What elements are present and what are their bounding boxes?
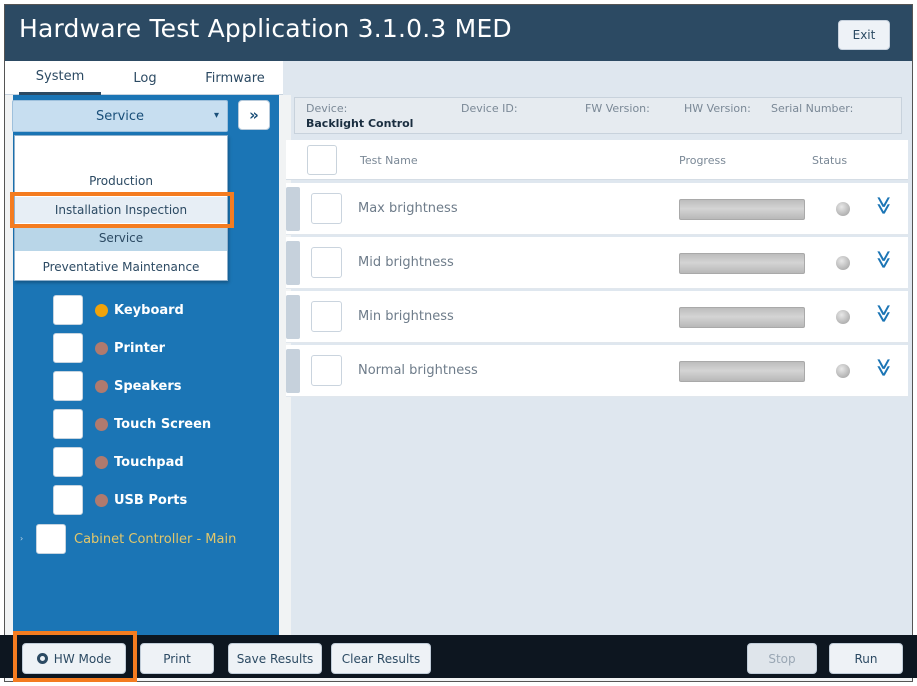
dropdown-option-preventative-maintenance[interactable]: Preventative Maintenance	[15, 253, 227, 280]
mode-select[interactable]: Service ▾	[12, 100, 228, 132]
exit-button[interactable]: Exit	[838, 20, 890, 50]
tree-checkbox[interactable]	[53, 371, 83, 401]
clear-results-button[interactable]: Clear Results	[331, 643, 431, 674]
tree-item-keyboard[interactable]: Keyboard	[53, 295, 184, 325]
status-dot-icon	[95, 417, 108, 431]
expand-chevron-icon[interactable]: ≫	[873, 196, 894, 215]
row-handle	[286, 241, 300, 285]
test-name: Max brightness	[358, 201, 458, 216]
double-chevron-right-icon: »	[249, 106, 259, 124]
expand-chevron-icon[interactable]: ≫	[873, 250, 894, 269]
tree-item-touchpad[interactable]: Touchpad	[53, 447, 184, 477]
tree-item-label: Keyboard	[114, 302, 184, 318]
status-dot-icon	[95, 303, 108, 317]
tree-item-label: Speakers	[114, 378, 182, 394]
expand-button[interactable]: »	[238, 100, 270, 130]
row-checkbox[interactable]	[311, 301, 342, 332]
test-name: Min brightness	[358, 309, 454, 324]
hw-version-label: HW Version:	[684, 102, 751, 115]
row-handle	[286, 349, 300, 393]
table-row[interactable]: Normal brightness ≫	[286, 345, 908, 397]
tree-item-label: USB Ports	[114, 492, 188, 508]
row-handle	[286, 187, 300, 231]
progress-bar	[679, 361, 805, 382]
table-row[interactable]: Mid brightness ≫	[286, 237, 908, 289]
expand-chevron-icon[interactable]: ≫	[873, 304, 894, 323]
tree-item-printer[interactable]: Printer	[53, 333, 165, 363]
tree-item-touch-screen[interactable]: Touch Screen	[53, 409, 211, 439]
progress-bar	[679, 199, 805, 220]
title-bar: Hardware Test Application 3.1.0.3 MED Ex…	[5, 5, 912, 61]
test-name: Mid brightness	[358, 255, 454, 270]
tab-bar: System Log Firmware	[5, 61, 912, 95]
status-dot-icon	[95, 493, 108, 507]
test-table-header: Test Name Progress Status	[286, 140, 908, 180]
column-status: Status	[812, 154, 848, 167]
dropdown-option-service[interactable]: Service	[15, 225, 227, 251]
device-label: Device:	[306, 102, 348, 115]
tree-item-label: Cabinet Controller - Main	[74, 531, 237, 547]
tree-item-label: Printer	[114, 340, 166, 356]
status-dot-icon	[95, 341, 108, 355]
tree-checkbox[interactable]	[36, 524, 66, 554]
fw-version-label: FW Version:	[585, 102, 650, 115]
status-dot-icon	[95, 379, 108, 393]
tree-item-cabinet-controller[interactable]: Cabinet Controller - Main	[36, 524, 236, 554]
tree-checkbox[interactable]	[53, 485, 83, 515]
tree-item-label: Touch Screen	[114, 416, 212, 432]
progress-bar	[679, 253, 805, 274]
status-indicator-icon	[836, 256, 850, 270]
device-id-label: Device ID:	[461, 102, 518, 115]
tree-checkbox[interactable]	[53, 295, 83, 325]
row-handle	[286, 295, 300, 339]
device-value: Backlight Control	[306, 117, 414, 130]
stop-button[interactable]: Stop	[747, 643, 817, 674]
column-test-name: Test Name	[360, 154, 418, 167]
column-progress: Progress	[679, 154, 726, 167]
tab-log[interactable]: Log	[115, 61, 175, 95]
chevron-down-icon: ▾	[213, 110, 219, 121]
select-all-checkbox[interactable]	[307, 145, 337, 175]
progress-bar	[679, 307, 805, 328]
bullet-icon: ›	[20, 534, 24, 543]
print-button[interactable]: Print	[140, 643, 214, 674]
tab-system[interactable]: System	[19, 61, 101, 95]
row-checkbox[interactable]	[311, 247, 342, 278]
status-indicator-icon	[836, 202, 850, 216]
tree-item-speakers[interactable]: Speakers	[53, 371, 182, 401]
device-info-bar: Device: Backlight Control Device ID: FW …	[294, 97, 902, 134]
serial-number-label: Serial Number:	[771, 102, 854, 115]
status-dot-icon	[95, 455, 108, 469]
mode-select-value: Service	[95, 108, 145, 124]
dropdown-option-installation-inspection[interactable]: Installation Inspection	[15, 197, 227, 223]
test-name: Normal brightness	[358, 363, 478, 378]
mode-dropdown-menu: Production Installation Inspection Servi…	[14, 135, 228, 281]
app-title: Hardware Test Application 3.1.0.3 MED	[19, 14, 512, 43]
table-row[interactable]: Max brightness ≫	[286, 183, 908, 235]
save-results-button[interactable]: Save Results	[228, 643, 322, 674]
status-indicator-icon	[836, 310, 850, 324]
tab-firmware[interactable]: Firmware	[197, 61, 273, 95]
tree-checkbox[interactable]	[53, 447, 83, 477]
row-checkbox[interactable]	[311, 355, 342, 386]
status-indicator-icon	[836, 364, 850, 378]
hw-mode-button[interactable]: HW Mode	[22, 643, 126, 674]
tree-item-label: Touchpad	[114, 454, 184, 470]
dropdown-option-production[interactable]: Production	[15, 167, 227, 195]
tree-checkbox[interactable]	[53, 333, 83, 363]
table-row[interactable]: Min brightness ≫	[286, 291, 908, 343]
expand-chevron-icon[interactable]: ≫	[873, 358, 894, 377]
tree-checkbox[interactable]	[53, 409, 83, 439]
radio-icon	[36, 653, 48, 664]
run-button[interactable]: Run	[829, 643, 903, 674]
tree-item-usb-ports[interactable]: USB Ports	[53, 485, 187, 515]
row-checkbox[interactable]	[311, 193, 342, 224]
